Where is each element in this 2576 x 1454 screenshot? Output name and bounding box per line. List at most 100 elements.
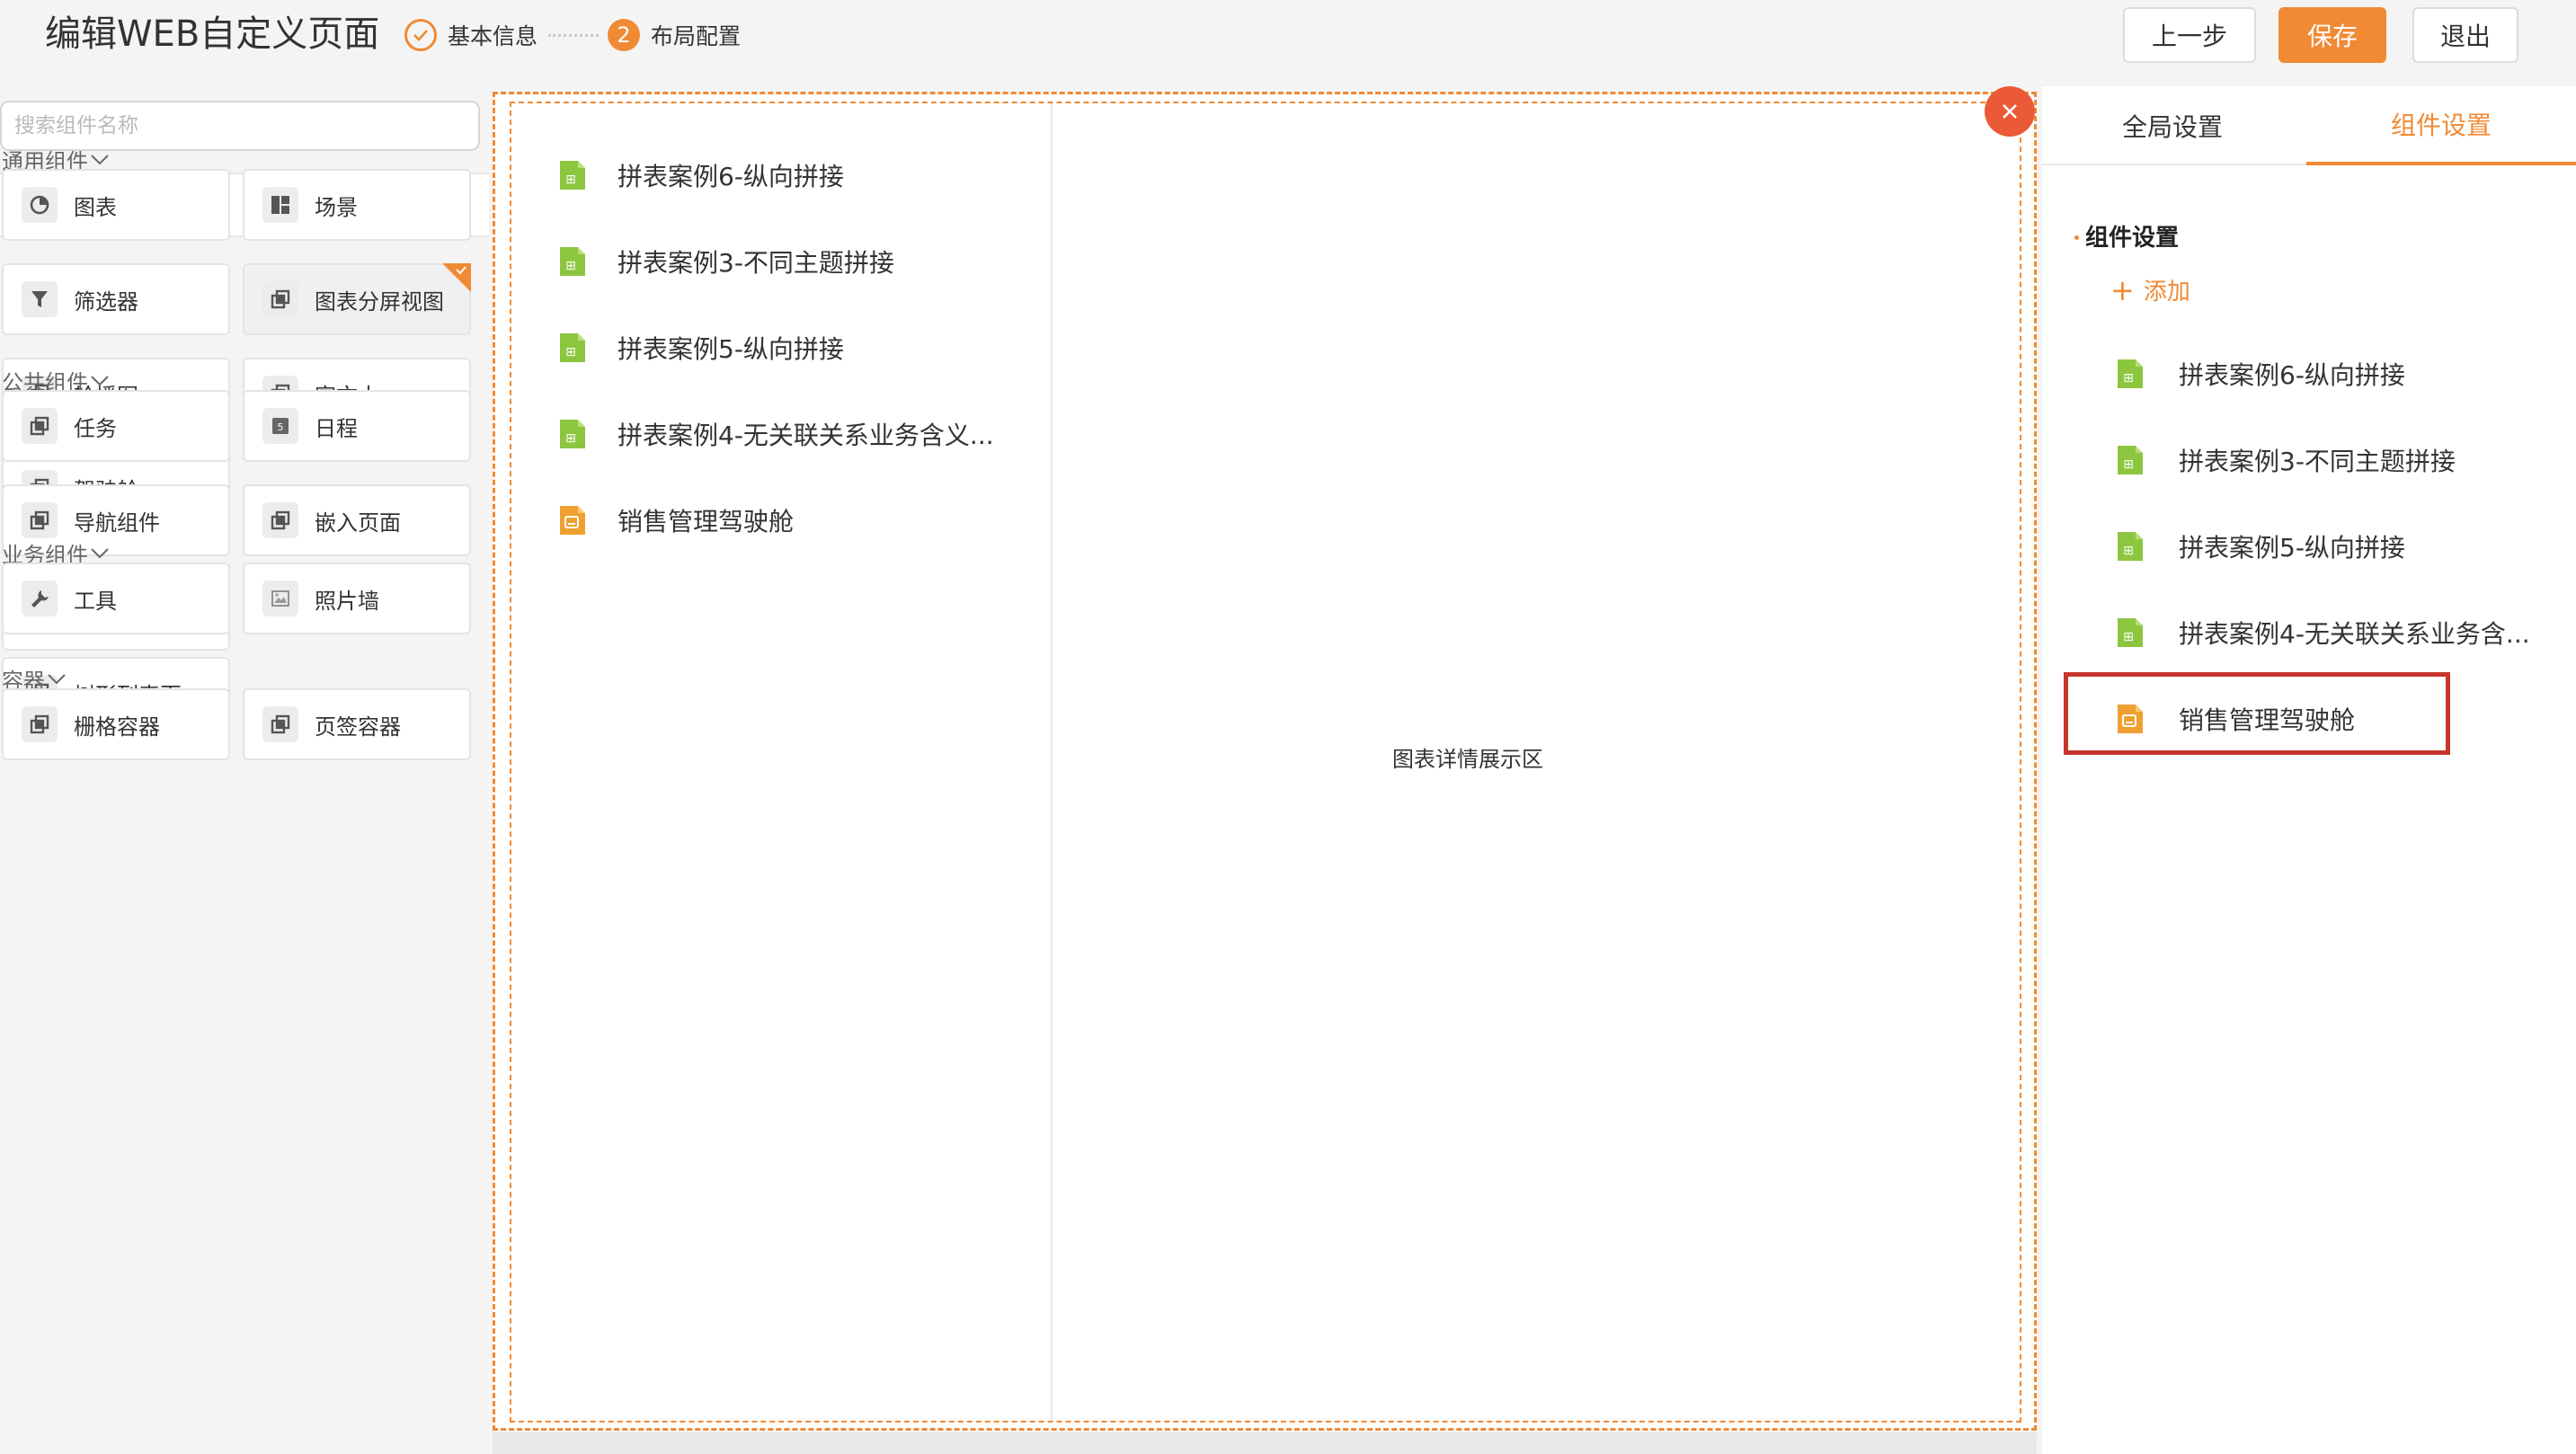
close-icon[interactable] [1985,86,2035,137]
top-header: 编辑WEB自定义页面 基本信息 2 布局配置 上一步 保存 退出 [0,0,2576,70]
svg-text:⊞: ⊞ [2123,371,2134,386]
step-layout-config[interactable]: 2 布局配置 [608,17,741,53]
component-button[interactable]: 栅格容器 [2,688,230,760]
component-button[interactable]: 页签容器 [243,688,471,760]
component-label: 图表分屏视图 [315,288,444,315]
svg-text:⊞: ⊞ [565,173,576,187]
svg-text:⊞: ⊞ [565,345,576,359]
configured-chart-item[interactable]: ⊞ 拼表案例4-无关联关系业务含... [2116,615,2530,651]
calendar-icon: 5 [262,408,298,444]
report-icon: ⊞ [558,333,585,362]
layout-icon [262,187,298,223]
chart-list-item[interactable]: 销售管理驾驶舱 [558,502,794,538]
settings-tabs: 全局设置 组件设置 [2042,86,2576,165]
component-button[interactable]: 工具 [2,563,230,634]
tab-component-settings[interactable]: 组件设置 [2306,86,2576,165]
report-icon: ⊞ [558,161,585,190]
svg-text:⊞: ⊞ [2123,630,2134,644]
configured-chart-item[interactable]: ⊞ 拼表案例6-纵向拼接 [2116,356,2405,392]
chevron-down-icon [91,375,109,386]
step-label: 基本信息 [448,23,538,49]
add-label: 添加 [2143,279,2190,306]
dashboard-icon [558,506,585,535]
chevron-down-icon [91,154,109,164]
check-icon [404,19,437,51]
configured-chart-item[interactable]: ⊞ 拼表案例3-不同主题拼接 [2116,442,2456,478]
configured-chart-label: 拼表案例4-无关联关系业务含... [2179,619,2530,649]
component-label: 照片墙 [315,588,379,614]
component-label: 任务 [74,415,117,441]
step-number: 2 [608,19,640,51]
component-button[interactable]: 图表 [2,169,230,241]
component-label: 筛选器 [74,288,138,315]
component-button[interactable]: 场景 [243,169,471,241]
widget-icon [22,408,58,444]
step-basic-info[interactable]: 基本信息 [404,17,537,53]
component-label: 嵌入页面 [315,510,401,536]
save-button[interactable]: 保存 [2278,7,2386,63]
configured-chart-label: 拼表案例3-不同主题拼接 [2179,447,2456,476]
widget-icon [22,502,58,538]
widget-icon [262,281,298,317]
prev-step-button[interactable]: 上一步 [2123,7,2256,63]
image-icon [262,581,298,616]
component-label: 日程 [315,415,358,441]
component-button[interactable]: 嵌入页面 [243,484,471,556]
configured-chart-label: 拼表案例6-纵向拼接 [2179,360,2405,390]
report-icon: ⊞ [2116,359,2143,388]
chart-list-item[interactable]: ⊞ 拼表案例4-无关联关系业务含义... [558,416,994,452]
chart-list-item[interactable]: ⊞ 拼表案例6-纵向拼接 [558,157,844,193]
component-label: 导航组件 [74,510,160,536]
section-dot [2074,235,2079,240]
component-label: 场景 [315,194,358,220]
report-icon: ⊞ [558,247,585,276]
chart-list-pane: ⊞ 拼表案例6-纵向拼接 ⊞ 拼表案例3-不同主题拼接 ⊞ 拼表案例5-纵向拼接 ⊞ 拼表案例… [511,103,1053,1421]
exit-button[interactable]: 退出 [2412,7,2518,63]
filter-icon [22,281,58,317]
canvas-scrollbar[interactable] [493,1432,2037,1454]
component-label: 栅格容器 [74,714,160,740]
chevron-down-icon [48,673,66,684]
chart-list-item[interactable]: ⊞ 拼表案例5-纵向拼接 [558,330,844,366]
chart-list-item-label: 销售管理驾驶舱 [617,507,795,536]
component-button[interactable]: 筛选器 [2,263,230,335]
svg-text:⊞: ⊞ [2123,457,2134,472]
component-button[interactable]: 任务 [2,390,230,462]
report-icon: ⊞ [2116,618,2143,647]
component-button[interactable]: 图表分屏视图 [243,263,471,335]
step-label: 布局配置 [651,23,742,49]
tab-global-settings[interactable]: 全局设置 [2042,86,2303,165]
component-label: 页签容器 [315,714,401,740]
svg-text:5: 5 [278,421,284,433]
widget-icon [22,706,58,742]
svg-text:⊞: ⊞ [2123,544,2134,558]
chart-split-view-component[interactable]: ⊞ 拼表案例6-纵向拼接 ⊞ 拼表案例3-不同主题拼接 ⊞ 拼表案例5-纵向拼接 ⊞ 拼表案例… [510,102,2021,1423]
plus-icon: + [2110,272,2135,307]
add-button[interactable]: + 添加 [2110,273,2190,306]
component-button[interactable]: 照片墙 [243,563,471,634]
step-connector [548,34,599,37]
report-icon: ⊞ [2116,532,2143,561]
chart-list-item-label: 拼表案例4-无关联关系业务含义... [617,421,994,450]
widget-icon [262,502,298,538]
widget-icon [262,706,298,742]
chart-list-item[interactable]: ⊞ 拼表案例3-不同主题拼接 [558,244,894,279]
component-button[interactable]: 5 日程 [243,390,471,462]
section-title: 组件设置 [2085,225,2180,252]
configured-chart-item[interactable]: ⊞ 拼表案例5-纵向拼接 [2116,528,2405,564]
check-icon [456,266,466,275]
svg-text:⊞: ⊞ [565,259,576,273]
component-panel: 组件 通用组件图表场景筛选器图表分屏视图轮播图富文本驾驶舱公共组件任务5日程导航… [0,86,489,1454]
component-label: 图表 [74,194,117,220]
settings-panel: 全局设置 组件设置 组件设置 + 添加 ⊞ 拼表案例6-纵向拼接 ⊞ 拼表案例3-不同… [2042,86,2576,1454]
report-icon: ⊞ [2116,446,2143,474]
chart-list-item-label: 拼表案例5-纵向拼接 [617,334,844,364]
chart-list-item-label: 拼表案例6-纵向拼接 [617,162,844,191]
component-label: 工具 [74,588,117,614]
pie-chart-icon [22,187,58,223]
layout-canvas: ⊞ 拼表案例6-纵向拼接 ⊞ 拼表案例3-不同主题拼接 ⊞ 拼表案例5-纵向拼接 ⊞ 拼表案例… [493,92,2037,1431]
chart-list-item-label: 拼表案例3-不同主题拼接 [617,248,894,278]
report-icon: ⊞ [558,420,585,448]
detail-area-label: 图表详情展示区 [1392,747,1543,772]
chevron-down-icon [91,547,109,558]
